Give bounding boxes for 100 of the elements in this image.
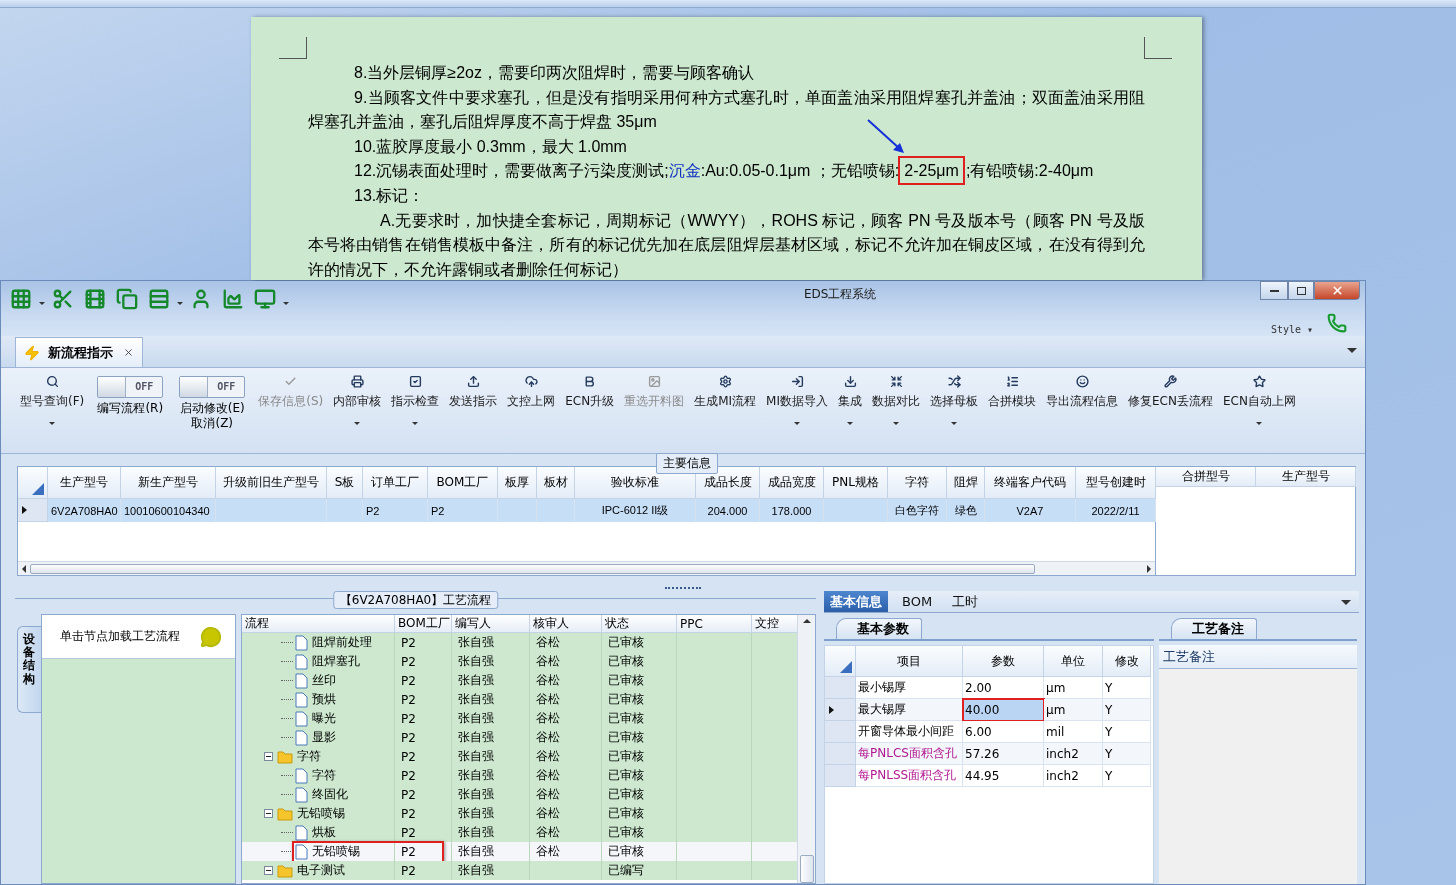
- column-header[interactable]: 升级前旧生产型号: [216, 467, 327, 499]
- tree-row[interactable]: 终固化 P2 张自强 谷松 已审核: [242, 785, 798, 804]
- minimize-button[interactable]: [1260, 281, 1288, 300]
- column-header[interactable]: 流程: [242, 615, 395, 633]
- tree-row[interactable]: 无铅喷锡 P2 张自强 谷松 已审核: [242, 804, 798, 823]
- tree-item-label[interactable]: 字符: [312, 767, 336, 784]
- column-header[interactable]: 单位: [1044, 646, 1103, 677]
- phone-icon[interactable]: [1327, 313, 1347, 333]
- tree-row[interactable]: 曝光 P2 张自强 谷松 已审核: [242, 709, 798, 728]
- tree-row[interactable]: 字符 P2 张自强 谷松 已审核: [242, 766, 798, 785]
- column-header[interactable]: PPC: [677, 615, 752, 633]
- sub-tab[interactable]: 工艺备注: [1171, 618, 1257, 639]
- column-header[interactable]: 成品宽度: [760, 467, 824, 499]
- tree-item-label[interactable]: 预烘: [312, 691, 336, 708]
- ribbon-button[interactable]: MI数据导入: [761, 372, 833, 448]
- collapse-icon[interactable]: [264, 752, 273, 761]
- ribbon-button[interactable]: 修复ECN丢流程: [1123, 372, 1218, 448]
- list-item[interactable]: 单击节点加载工艺流程: [42, 615, 235, 659]
- column-header[interactable]: BOM工厂: [428, 467, 498, 499]
- document-tab[interactable]: 新流程指示: [15, 337, 143, 367]
- column-header[interactable]: 生产型号: [48, 467, 121, 499]
- tree-item-label[interactable]: 终固化: [312, 786, 348, 803]
- tree-row[interactable]: 烘板 P2 张自强 谷松 已审核: [242, 823, 798, 842]
- collapse-icon[interactable]: [264, 866, 273, 875]
- ribbon-button[interactable]: 生成MI流程: [689, 372, 762, 448]
- column-header[interactable]: 板厚: [498, 467, 537, 499]
- ribbon-button[interactable]: 型号查询(F): [15, 372, 90, 448]
- tree-item-label[interactable]: 无铅喷锡: [312, 843, 360, 860]
- ribbon-button[interactable]: ECN升级: [560, 372, 620, 448]
- tree-item-label[interactable]: 显影: [312, 729, 336, 746]
- header-corner[interactable]: [18, 467, 48, 499]
- tree-item-label[interactable]: 字符: [297, 748, 321, 765]
- ribbon-button[interactable]: 导出流程信息: [1041, 372, 1123, 448]
- column-header[interactable]: 订单工厂: [363, 467, 428, 499]
- close-icon[interactable]: [123, 347, 134, 358]
- style-menu[interactable]: Style ▾: [1271, 324, 1314, 335]
- column-header[interactable]: 参数: [963, 646, 1044, 677]
- column-header[interactable]: 项目: [856, 646, 963, 677]
- vertical-scrollbar[interactable]: [797, 615, 815, 883]
- column-header[interactable]: 字符: [888, 467, 947, 499]
- tree-item-label[interactable]: 无铅喷锡: [297, 805, 345, 822]
- ribbon-button[interactable]: 文控上网: [502, 372, 561, 448]
- tree-row[interactable]: 阻焊前处理 P2 张自强 谷松 已审核: [242, 633, 798, 652]
- tree-item-label[interactable]: 烘板: [312, 824, 336, 841]
- toggle-switch[interactable]: OFF: [179, 376, 246, 398]
- column-header[interactable]: 型号创建时: [1076, 467, 1156, 499]
- column-header[interactable]: 状态: [602, 615, 677, 633]
- tree-item-label[interactable]: 阻焊前处理: [312, 634, 372, 651]
- column-header[interactable]: 核审人: [530, 615, 602, 633]
- tree-row[interactable]: 丝印 P2 张自强 谷松 已审核: [242, 671, 798, 690]
- tree-row[interactable]: 显影 P2 张自强 谷松 已审核: [242, 728, 798, 747]
- ribbon-button[interactable]: 合拼模块: [983, 372, 1041, 448]
- dropdown-arrow[interactable]: [1347, 348, 1357, 353]
- caret-icon[interactable]: [283, 301, 289, 305]
- column-header[interactable]: PNL规格: [824, 467, 888, 499]
- column-header[interactable]: 新生产型号: [121, 467, 216, 499]
- header-corner[interactable]: [825, 646, 856, 677]
- tree-item-label[interactable]: 电子测试: [297, 862, 345, 879]
- collapse-icon[interactable]: [264, 809, 273, 818]
- column-header[interactable]: 编写人: [452, 615, 530, 633]
- side-tab[interactable]: 设备结构: [17, 626, 41, 713]
- column-header[interactable]: 阻焊: [947, 467, 985, 499]
- column-header[interactable]: BOM工厂: [395, 615, 452, 633]
- tree-row[interactable]: 字符 P2 张自强 谷松 已审核: [242, 747, 798, 766]
- tab[interactable]: 基本信息: [824, 591, 888, 612]
- caret-icon[interactable]: [39, 301, 45, 305]
- column-header[interactable]: 合拼型号: [1156, 467, 1256, 487]
- tree-item-label[interactable]: 阻焊塞孔: [312, 653, 360, 670]
- tree-item-label[interactable]: 曝光: [312, 710, 336, 727]
- ribbon-button[interactable]: 选择母板: [925, 372, 983, 448]
- row-header[interactable]: [18, 499, 48, 522]
- folder-icon: [277, 749, 293, 764]
- ribbon-button[interactable]: ECN自动上网: [1217, 372, 1301, 448]
- horizontal-scrollbar[interactable]: [18, 561, 1155, 575]
- sub-tab[interactable]: 基本参数: [836, 618, 922, 639]
- splitter-grip[interactable]: [665, 587, 701, 590]
- ribbon-button[interactable]: 集成: [833, 372, 867, 448]
- ribbon-button[interactable]: 发送指示: [444, 372, 503, 448]
- tab[interactable]: BOM: [896, 591, 939, 612]
- dropdown-arrow[interactable]: [1341, 600, 1351, 605]
- tree-row[interactable]: 电子测试 P2 张自强 已编写: [242, 861, 798, 880]
- tab[interactable]: 工时: [946, 591, 985, 612]
- ribbon-button[interactable]: 数据对比: [867, 372, 925, 448]
- column-header[interactable]: 终端客户代码: [985, 467, 1076, 499]
- ribbon-button[interactable]: 内部审核: [328, 372, 387, 448]
- tree-row[interactable]: 预烘 P2 张自强 谷松 已审核: [242, 690, 798, 709]
- table-row[interactable]: 6V2A708HA0 10010600104340 P2 P2 IPC-6012 II级 204.000 178.000 白色字符 绿色 V2A7 2022/2/11: [18, 499, 1155, 522]
- column-header[interactable]: S板: [327, 467, 363, 499]
- toggle-switch[interactable]: OFF: [97, 376, 164, 398]
- tree-row[interactable]: 无铅喷锡 P2 张自强 谷松 已审核: [242, 842, 798, 861]
- row-header[interactable]: [825, 699, 856, 721]
- column-header[interactable]: 修改: [1103, 646, 1151, 677]
- column-header[interactable]: 生产型号: [1256, 467, 1356, 487]
- maximize-button[interactable]: [1288, 281, 1314, 300]
- caret-icon[interactable]: [177, 301, 183, 305]
- tree-item-label[interactable]: 丝印: [312, 672, 336, 689]
- tree-row[interactable]: 阻焊塞孔 P2 张自强 谷松 已审核: [242, 652, 798, 671]
- column-header[interactable]: 板材: [537, 467, 575, 499]
- ribbon-button[interactable]: 指示检查: [386, 372, 445, 448]
- column-header[interactable]: 文控: [752, 615, 798, 633]
